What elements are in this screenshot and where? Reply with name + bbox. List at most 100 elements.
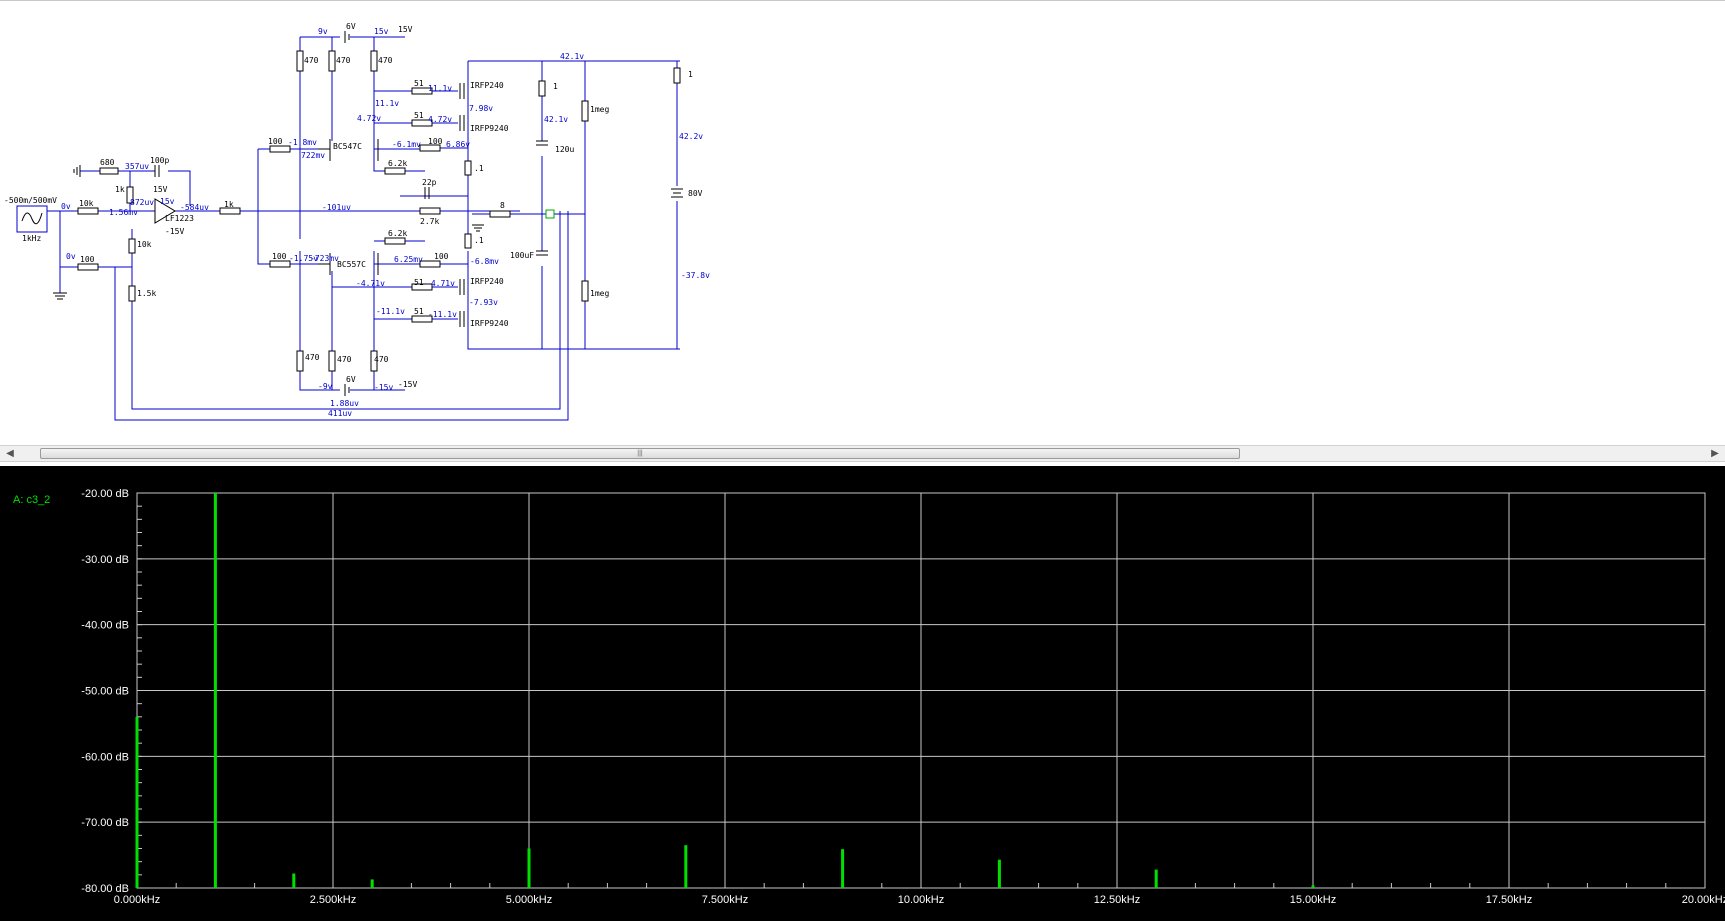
y-tick-label: -40.00 dB — [81, 620, 129, 632]
m1-label: IRFP240 — [470, 81, 504, 90]
bat80-label: 80V — [688, 189, 703, 198]
m4-label: IRFP9240 — [470, 319, 509, 328]
r8-label: 8 — [500, 201, 505, 210]
v-out-op: -584uv — [180, 203, 209, 212]
v-11-1: 11.1v — [375, 99, 399, 108]
v-42-2: 42.2v — [679, 132, 703, 141]
r51-4-label: 51 — [414, 307, 424, 316]
r01-lo-label: .1 — [474, 236, 484, 245]
v-42-1-top: 42.1v — [560, 52, 584, 61]
r01-up-label: .1 — [474, 164, 484, 173]
x-tick-label: 17.50kHz — [1486, 894, 1532, 906]
r100-bias-lo-label: 100 — [434, 252, 449, 261]
chart-grid — [136, 492, 1706, 889]
r470-2-label: 470 — [336, 56, 351, 65]
v-4-71g: -4.71v — [426, 279, 455, 288]
v-42-1: 42.1v — [544, 115, 568, 124]
v-0-gnd: 0v — [66, 252, 76, 261]
v-357: 357uv — [125, 162, 149, 171]
v-m9-bot: -9v — [318, 382, 333, 391]
x-tick-label: 15.00kHz — [1290, 894, 1336, 906]
v-722: 722mv — [301, 151, 325, 160]
r100-upper-label: 100 — [268, 137, 283, 146]
r51-1-label: 51 — [414, 79, 424, 88]
c100uf-label: 100uF — [510, 251, 534, 260]
component-labels: -500m/500mV 1kHz 680 10k 100 1k 10k 1.5k… — [4, 22, 703, 389]
c100p-label: 100p — [150, 156, 169, 165]
v-m11-1g: -11.1v — [428, 310, 457, 319]
source-label: -500m/500mV — [4, 196, 57, 205]
r100-gnd-label: 100 — [80, 255, 95, 264]
v-872: 872uv — [130, 198, 154, 207]
x-tick-label: 12.50kHz — [1094, 894, 1140, 906]
q-npn-label: BC547C — [333, 142, 362, 151]
r10k-in-label: 10k — [79, 199, 94, 208]
v-4-72g: 4.72v — [428, 115, 452, 124]
vcc-up-label: 15V — [398, 25, 413, 34]
scroll-thumb[interactable]: ||| — [40, 448, 1240, 459]
y-tick-label: -70.00 dB — [81, 817, 129, 829]
op-vee-label: -15V — [165, 227, 184, 236]
q-pnp-label: BC557C — [337, 260, 366, 269]
m3-label: IRFP240 — [470, 277, 504, 286]
x-tick-label: 2.500kHz — [310, 894, 356, 906]
c120u-label: 120u — [555, 145, 574, 154]
v-9-top: 9v — [318, 27, 328, 36]
op-vcc-label: 15V — [153, 185, 168, 194]
v-m1-8: -1.8mv — [288, 138, 317, 147]
r1k-out-label: 1k — [224, 200, 234, 209]
x-tick-label: 7.500kHz — [702, 894, 748, 906]
y-axis-ticks: -20.00 dB -30.00 dB -40.00 dB -50.00 dB -60.… — [81, 488, 129, 895]
r2k7-label: 2.7k — [420, 217, 439, 226]
spectrum-chart: A: c3_2 -20.00 dB -30.00 dB -40.00 dB -50.0… — [13, 488, 1725, 906]
v-15-top: 15v — [374, 27, 389, 36]
scroll-grip-icon: ||| — [637, 450, 643, 457]
horizontal-scrollbar[interactable]: ◀ ||| ▶ — [0, 445, 1725, 462]
m2-label: IRFP9240 — [470, 124, 509, 133]
r6k2-upper-label: 6.2k — [388, 159, 407, 168]
bat6v-up-label: 6V — [346, 22, 356, 31]
schematic-drawing: -500m/500mV 1kHz 680 10k 100 1k 10k 1.5k… — [4, 22, 710, 421]
r1-right-label: 1 — [688, 70, 693, 79]
v-m11-1: -11.1v — [376, 307, 405, 316]
x-tick-label: 0.000kHz — [114, 894, 160, 906]
opamp-label: LF1223 — [165, 214, 194, 223]
bat6v-lo-label: 6V — [346, 375, 356, 384]
v-0-in: 0v — [61, 202, 71, 211]
schematic-canvas[interactable]: -500m/500mV 1kHz 680 10k 100 1k 10k 1.5k… — [0, 0, 1725, 445]
trace-label: A: c3_2 — [13, 494, 50, 506]
x-axis-ticks: 0.000kHz 2.500kHz 5.000kHz 7.500kHz 10.00kHz… — [114, 894, 1725, 906]
y-tick-label: -60.00 dB — [81, 751, 129, 763]
scroll-right-arrow-icon[interactable]: ▶ — [1708, 446, 1722, 461]
c22p-label: 22p — [422, 178, 437, 187]
v-6-1: -6.1mv — [392, 140, 421, 149]
source-freq: 1kHz — [22, 234, 41, 243]
r6k2-lower-label: 6.2k — [388, 229, 407, 238]
y-tick-label: -50.00 dB — [81, 686, 129, 698]
v-7-93: -7.93v — [469, 298, 498, 307]
v-6-25: 6.25mv — [394, 255, 423, 264]
v-1-56: 1.56mv — [109, 208, 138, 217]
v-15: 15v — [160, 197, 175, 206]
r10k-fb-label: 10k — [137, 240, 152, 249]
v-101: -101uv — [322, 203, 351, 212]
spectrum-analyzer-panel[interactable]: A: c3_2 -20.00 dB -30.00 dB -40.00 dB -50.0… — [0, 466, 1725, 921]
r100-bias-up-label: 100 — [428, 137, 443, 146]
y-tick-label: -20.00 dB — [81, 488, 129, 500]
r100-lower-label: 100 — [272, 252, 287, 261]
v-1-88: 1.88uv — [330, 399, 359, 408]
x-tick-label: 20.00kHz — [1682, 894, 1725, 906]
scroll-left-arrow-icon[interactable]: ◀ — [3, 446, 17, 461]
vcc-lo-label: -15V — [398, 380, 417, 389]
v-11-1g: 11.1v — [428, 84, 452, 93]
r1meg-up-label: 1meg — [590, 105, 609, 114]
r470-5-label: 470 — [337, 355, 352, 364]
r470-3-label: 470 — [378, 56, 393, 65]
r470-4-label: 470 — [305, 353, 320, 362]
v-411: 411uv — [328, 409, 352, 418]
v-37-8: -37.8v — [681, 271, 710, 280]
r51-2-label: 51 — [414, 111, 424, 120]
y-tick-label: -30.00 dB — [81, 554, 129, 566]
x-tick-label: 10.00kHz — [898, 894, 944, 906]
r470-1-label: 470 — [304, 56, 319, 65]
